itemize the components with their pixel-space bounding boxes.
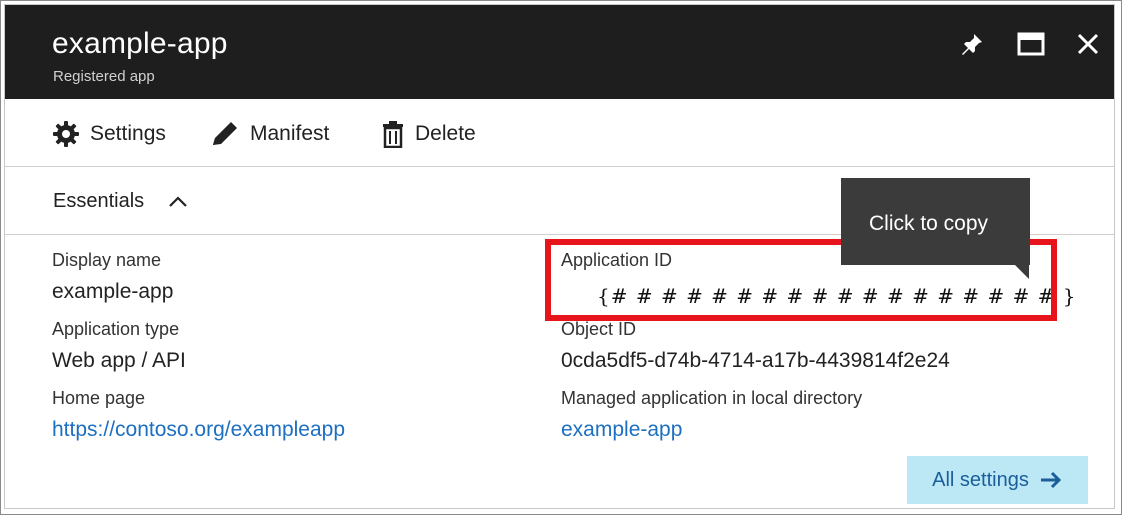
- chevron-up-icon[interactable]: [165, 189, 191, 215]
- close-icon: [1077, 33, 1099, 55]
- all-settings-button[interactable]: All settings: [907, 456, 1088, 504]
- all-settings-label: All settings: [932, 468, 1029, 491]
- arrow-right-icon: [1040, 471, 1061, 489]
- pencil-icon: [213, 122, 237, 145]
- pin-icon: [962, 34, 982, 55]
- delete-label: Delete: [415, 122, 476, 145]
- command-bar: Settings Manifest Delete: [5, 99, 1114, 167]
- maximize-button[interactable]: [1014, 27, 1048, 61]
- gear-icon: [53, 121, 79, 147]
- managed-app-link[interactable]: example-app: [561, 418, 682, 442]
- managed-app-label: Managed application in local directory: [561, 388, 863, 408]
- blade-subtitle: Registered app: [53, 68, 155, 85]
- settings-label: Settings: [90, 122, 166, 145]
- object-id-value: 0cda5df5-d74b-4714-a17b-4439814f2e24: [561, 349, 950, 372]
- essentials-label: Essentials: [53, 190, 145, 212]
- pin-button[interactable]: [955, 27, 989, 61]
- home-page-label: Home page: [52, 388, 146, 408]
- tooltip-tail: [1015, 265, 1029, 279]
- display-name-label: Display name: [52, 250, 162, 270]
- blade-header: example-app Registered app: [5, 5, 1114, 99]
- app-blade: example-app Registered app Settings Mani…: [4, 4, 1115, 509]
- settings-button[interactable]: Settings: [52, 119, 166, 149]
- blade-title: example-app: [52, 27, 228, 60]
- delete-button[interactable]: Delete: [381, 119, 476, 149]
- copy-tooltip: Click to copy: [841, 178, 1030, 265]
- application-type-value: Web app / API: [52, 349, 186, 372]
- manifest-button[interactable]: Manifest: [210, 119, 329, 149]
- display-name-value: example-app: [52, 280, 174, 303]
- home-page-link[interactable]: https://contoso.org/exampleapp: [52, 418, 345, 442]
- application-type-label: Application type: [52, 319, 180, 339]
- manifest-label: Manifest: [250, 122, 330, 145]
- object-id-label: Object ID: [561, 319, 637, 339]
- maximize-icon: [1017, 32, 1045, 56]
- trash-icon: [383, 121, 403, 148]
- close-button[interactable]: [1071, 27, 1105, 61]
